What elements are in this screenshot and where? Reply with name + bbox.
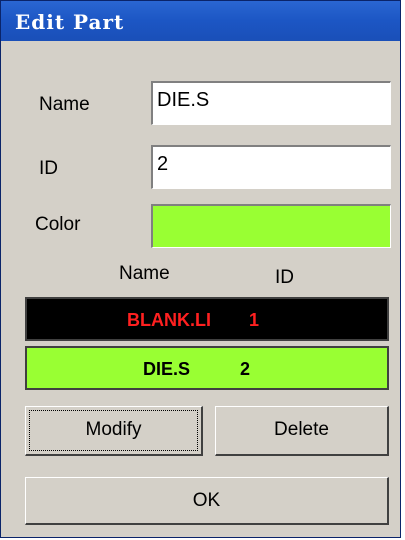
list-row-die-s[interactable]: DIE.S 2 — [25, 346, 389, 390]
modify-button-label: Modify — [85, 419, 142, 440]
list-cell-id: 1 — [249, 310, 260, 330]
ok-button[interactable]: OK — [25, 477, 389, 525]
id-field[interactable]: 2 — [151, 145, 391, 189]
list-row-blank-li[interactable]: BLANK.LI 1 — [25, 297, 389, 341]
color-swatch[interactable] — [151, 204, 391, 248]
delete-button-label: Delete — [274, 419, 329, 440]
window-title: Edit Part — [15, 10, 125, 34]
delete-button[interactable]: Delete — [215, 406, 389, 456]
list-cell-name: BLANK.LI — [127, 310, 211, 330]
list-header-id: ID — [275, 267, 294, 288]
ok-button-label: OK — [192, 490, 221, 511]
name-label: Name — [39, 94, 90, 115]
edit-part-dialog: Edit Part Name DIE.S ID 2 Color Name ID … — [0, 0, 401, 538]
modify-button[interactable]: Modify — [25, 406, 203, 456]
color-label: Color — [35, 214, 81, 235]
title-bar[interactable]: Edit Part — [1, 1, 400, 41]
name-field[interactable]: DIE.S — [151, 81, 391, 125]
list-cell-id: 2 — [240, 359, 251, 379]
list-cell-name: DIE.S — [143, 359, 191, 379]
id-label: ID — [39, 158, 58, 179]
list-header-name: Name — [119, 263, 170, 284]
